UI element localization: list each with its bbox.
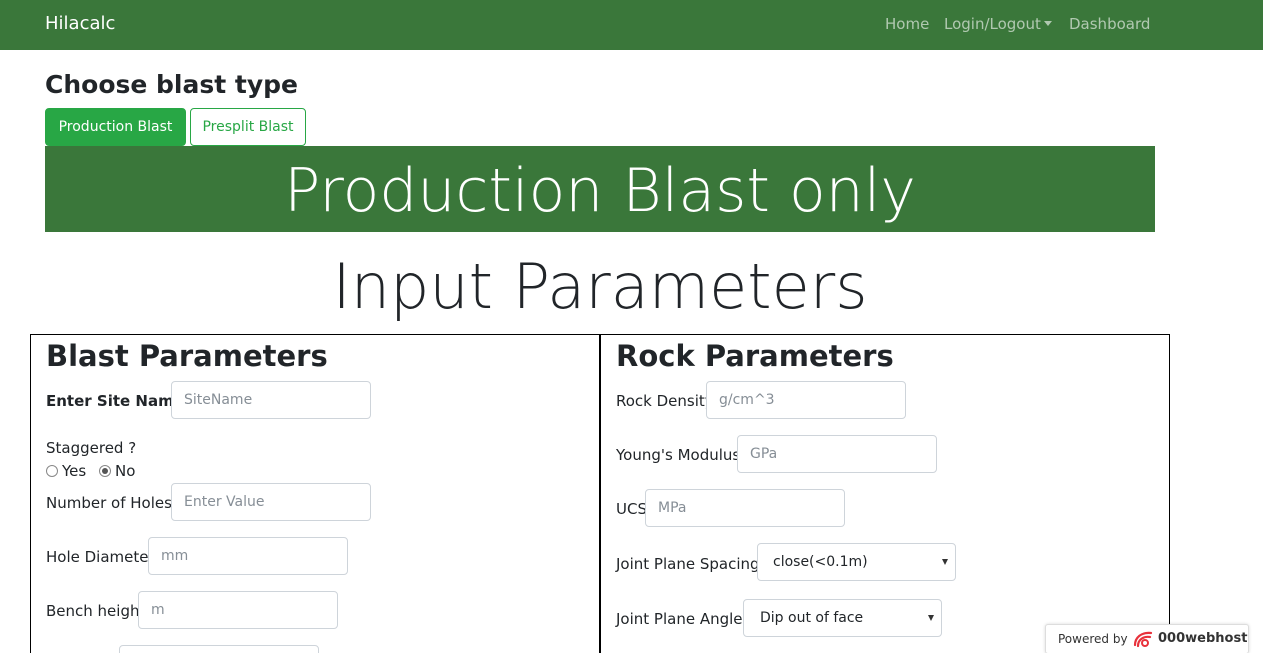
- youngs-modulus-label: Young's Modulus: [616, 446, 741, 464]
- select-arrow-icon: [942, 559, 948, 565]
- nav-dashboard-link[interactable]: Dashboard: [1069, 15, 1150, 33]
- number-of-holes-label: Number of Holes: [46, 494, 172, 512]
- staggered-no-radio[interactable]: [99, 465, 111, 477]
- presplit-blast-button[interactable]: Presplit Blast: [190, 108, 306, 146]
- rock-density-input[interactable]: g/cm^3: [706, 381, 906, 419]
- joint-plane-spacing-value: close(<0.1m): [773, 554, 868, 570]
- nav-login-logout-dropdown[interactable]: Login/Logout: [944, 15, 1052, 33]
- blast-parameters-title: Blast Parameters: [46, 339, 328, 373]
- staggered-yes-label: Yes: [62, 462, 87, 480]
- site-name-input[interactable]: SiteName: [171, 381, 371, 419]
- caret-down-icon: [1043, 21, 1052, 26]
- staggered-label: Staggered ?: [46, 439, 137, 457]
- choose-blast-type-heading: Choose blast type: [45, 70, 299, 99]
- joint-plane-angle-value: Dip out of face: [760, 610, 864, 626]
- next-field-input[interactable]: [119, 645, 319, 653]
- ucs-input[interactable]: MPa: [645, 489, 845, 527]
- hole-diameter-input[interactable]: mm: [148, 537, 348, 575]
- staggered-no-label: No: [115, 462, 136, 480]
- ucs-label: UCS: [616, 500, 647, 518]
- hole-diameter-label: Hole Diameter: [46, 548, 155, 566]
- rock-parameters-title: Rock Parameters: [616, 339, 894, 373]
- rock-parameters-panel: Rock Parameters Rock Density g/cm^3 Youn…: [600, 334, 1170, 653]
- blast-parameters-panel: Blast Parameters Enter Site Name SiteNam…: [30, 334, 600, 653]
- input-parameters-heading: Input Parameters: [332, 250, 868, 323]
- bench-height-input[interactable]: m: [138, 591, 338, 629]
- joint-plane-spacing-select[interactable]: close(<0.1m): [757, 543, 956, 581]
- brand-logo-text[interactable]: Hilacalc: [45, 13, 115, 34]
- powered-by-brand: 000webhost: [1158, 631, 1248, 646]
- production-blast-banner: Production Blast only: [45, 146, 1155, 232]
- select-arrow-icon: [928, 615, 934, 621]
- production-blast-button[interactable]: Production Blast: [45, 108, 186, 146]
- powered-by-text: Powered by: [1058, 632, 1128, 646]
- nav-login-logout-label: Login/Logout: [944, 15, 1041, 33]
- youngs-modulus-input[interactable]: GPa: [737, 435, 937, 473]
- nav-home-link[interactable]: Home: [885, 15, 929, 33]
- joint-plane-angle-select[interactable]: Dip out of face: [743, 599, 942, 637]
- rock-density-label: Rock Density: [616, 392, 714, 410]
- top-navbar: Hilacalc Home Login/Logout Dashboard: [0, 0, 1263, 50]
- webhost-logo-icon: [1133, 631, 1153, 648]
- number-of-holes-input[interactable]: Enter Value: [171, 483, 371, 521]
- bench-height-label: Bench height: [46, 602, 146, 620]
- joint-plane-spacing-label: Joint Plane Spacing: [616, 555, 760, 573]
- site-name-label: Enter Site Name: [46, 392, 184, 410]
- staggered-yes-radio[interactable]: [46, 465, 58, 477]
- joint-plane-angle-label: Joint Plane Angle: [616, 610, 743, 628]
- staggered-radio-group: Yes No: [46, 462, 143, 480]
- powered-by-badge[interactable]: Powered by 000webhost: [1045, 624, 1249, 653]
